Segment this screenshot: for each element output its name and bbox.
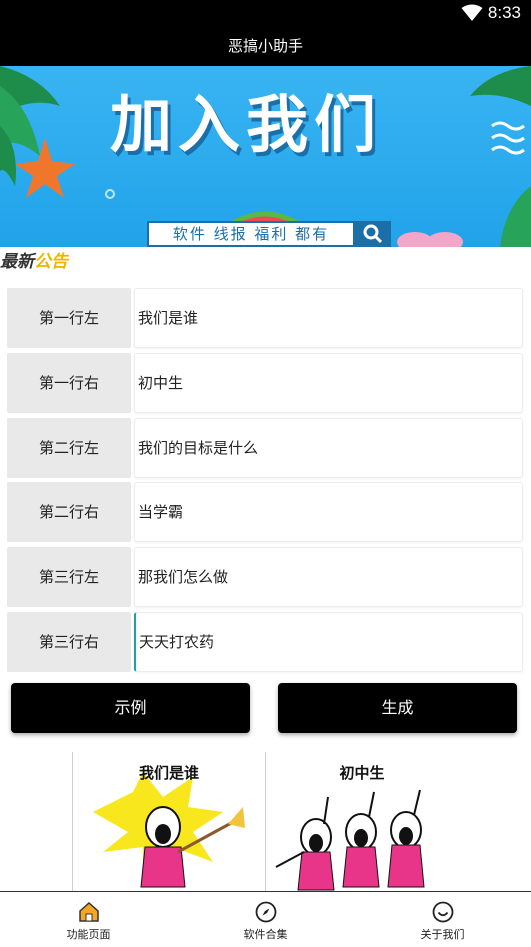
row-label: 第三行右 xyxy=(7,612,131,672)
row-input[interactable]: 天天打农药 xyxy=(134,612,523,672)
row-1-left: 第一行左 我们是谁 xyxy=(7,288,523,348)
row-input[interactable]: 那我们怎么做 xyxy=(134,547,523,607)
join-us-banner[interactable]: 加入我们 软件 线报 福利 都有 xyxy=(0,66,531,247)
tab-software-collection[interactable]: 软件合集 xyxy=(177,892,354,947)
banner-title: 加入我们 xyxy=(110,88,383,161)
meme-caption-right: 初中生 xyxy=(339,764,385,782)
wifi-icon xyxy=(461,4,483,26)
status-bar: 8:33 xyxy=(0,0,531,28)
row-3-right: 第三行右 天天打农药 xyxy=(7,612,523,672)
notice-title-part1: 最新 xyxy=(0,252,34,272)
search-icon xyxy=(355,221,391,247)
smile-icon xyxy=(432,901,454,923)
row-2-left: 第二行左 我们的目标是什么 xyxy=(7,418,523,478)
row-label: 第一行右 xyxy=(7,353,131,413)
row-input[interactable]: 我们的目标是什么 xyxy=(134,418,523,478)
bottom-tab-bar: 功能页面 软件合集 关于我们 xyxy=(0,891,531,947)
home-icon xyxy=(79,901,99,922)
tab-label: 软件合集 xyxy=(243,928,288,941)
row-label: 第二行右 xyxy=(7,482,131,542)
banner-search-text: 软件 线报 福利 都有 xyxy=(147,221,355,247)
row-label: 第二行左 xyxy=(7,418,131,478)
notice-title: 最新公告 xyxy=(0,247,68,272)
example-button[interactable]: 示例 xyxy=(11,683,250,733)
row-input[interactable]: 我们是谁 xyxy=(134,288,523,348)
notice-title-part2: 公告 xyxy=(34,252,68,272)
tab-about-us[interactable]: 关于我们 xyxy=(354,892,531,947)
row-2-right: 第二行右 当学霸 xyxy=(7,482,523,542)
row-1-right: 第一行右 初中生 xyxy=(7,353,523,413)
meme-panel-left: 我们是谁 xyxy=(72,752,265,892)
row-3-left: 第三行左 那我们怎么做 xyxy=(7,547,523,607)
row-label: 第三行左 xyxy=(7,547,131,607)
row-label: 第一行左 xyxy=(7,288,131,348)
app-title: 恶搞小助手 xyxy=(0,28,531,66)
row-input[interactable]: 当学霸 xyxy=(134,482,523,542)
meme-preview: 我们是谁 初中生 xyxy=(72,752,459,892)
compass-icon xyxy=(255,901,277,923)
row-input[interactable]: 初中生 xyxy=(134,353,523,413)
tab-function-page[interactable]: 功能页面 xyxy=(0,892,177,947)
tab-label: 功能页面 xyxy=(66,928,111,941)
generate-button[interactable]: 生成 xyxy=(278,683,517,733)
meme-panel-right: 初中生 xyxy=(265,752,458,892)
status-time: 8:33 xyxy=(487,3,521,22)
meme-caption-left: 我们是谁 xyxy=(138,764,199,782)
tab-label: 关于我们 xyxy=(420,928,465,941)
